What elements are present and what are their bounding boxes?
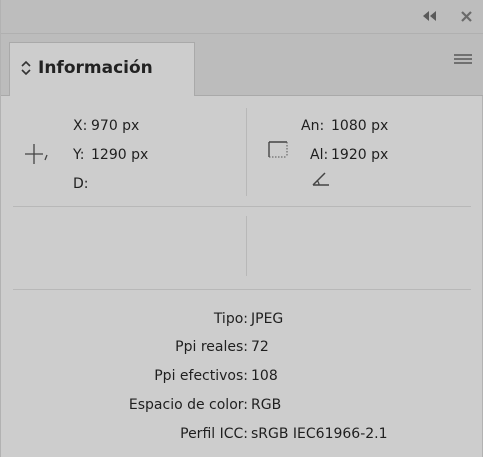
detail-label-ppi-reales: Ppi reales: <box>175 339 248 355</box>
divider-horizontal-2 <box>13 289 471 290</box>
height-label: Al: <box>310 147 329 163</box>
width-label: An: <box>301 118 325 134</box>
width-value: 1080 px <box>331 118 389 134</box>
detail-label-tipo: Tipo: <box>213 311 248 327</box>
detail-value-espacio-color: RGB <box>251 397 282 413</box>
tab-label: Información <box>38 58 153 78</box>
close-panel-button[interactable] <box>457 8 475 26</box>
detail-label-perfil-icc: Perfil ICC: <box>180 426 248 442</box>
y-label: Y: <box>73 147 85 163</box>
divider-vertical-top <box>246 108 247 196</box>
detail-value-perfil-icc: sRGB IEC61966-2.1 <box>251 426 388 442</box>
angle-icon <box>312 172 329 186</box>
panel-title-bar <box>1 0 483 34</box>
close-icon <box>460 11 472 22</box>
double-chevron-left-icon <box>423 11 436 21</box>
selection-size-icon <box>268 141 288 158</box>
height-value: 1920 px <box>331 147 389 163</box>
divider-horizontal-1 <box>13 206 471 207</box>
detail-label-espacio-color: Espacio de color: <box>128 397 248 413</box>
x-value: 970 px <box>91 118 140 134</box>
tab-join <box>10 95 194 97</box>
detail-value-ppi-efectivos: 108 <box>251 368 278 384</box>
tab-informacion[interactable]: Información <box>9 42 195 96</box>
detail-value-tipo: JPEG <box>251 311 284 327</box>
tab-strip: Información <box>1 34 483 96</box>
x-label: X: <box>73 118 88 134</box>
crosshair-icon <box>25 144 48 164</box>
y-value: 1290 px <box>91 147 149 163</box>
panel-menu-button[interactable] <box>454 54 472 68</box>
divider-vertical-middle <box>246 216 247 276</box>
expand-collapse-icon <box>21 61 31 75</box>
panel-menu-icon <box>454 54 472 64</box>
collapse-panel-button[interactable] <box>419 9 441 25</box>
info-panel: Información X: 970 px Y: 1290 px D: An: … <box>0 0 483 457</box>
detail-value-ppi-reales: 72 <box>251 339 269 355</box>
detail-label-ppi-efectivos: Ppi efectivos: <box>154 368 248 384</box>
d-label: D: <box>73 176 89 192</box>
